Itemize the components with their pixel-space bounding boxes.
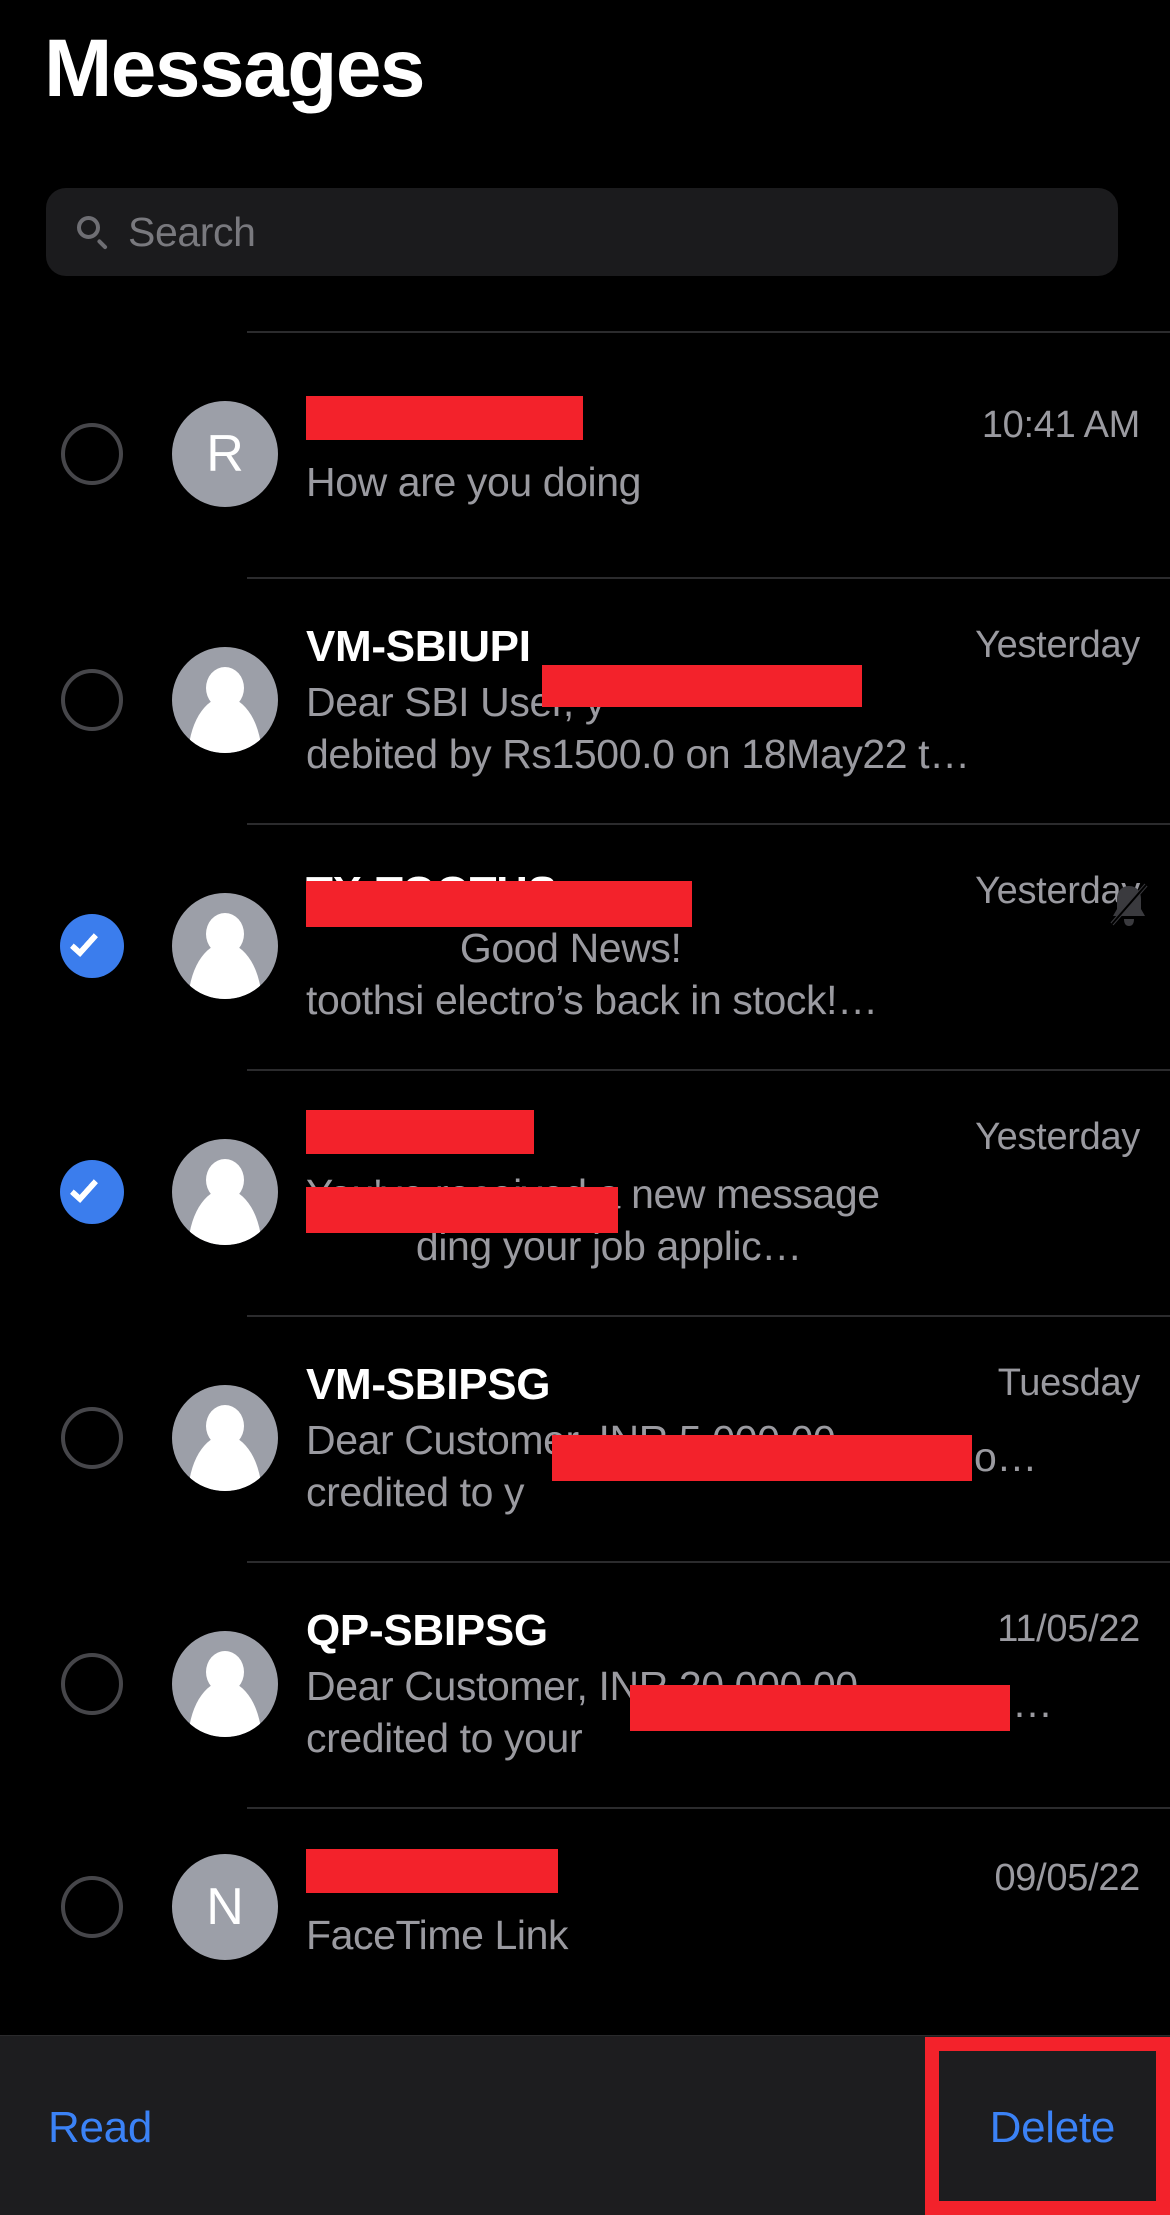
conversation-content: VM-SBIPSG Tuesday Dear Customer, INR 5,0… [306, 1315, 1170, 1561]
search-field[interactable]: Search [46, 188, 1118, 276]
sender-name: VM-SBIPSG [306, 1359, 551, 1409]
conversation-row[interactable]: QP-SBIPSG 11/05/22 Dear Customer, INR 20… [0, 1561, 1170, 1807]
preview-text: Good News! [459, 924, 682, 971]
preview-ellipsis: … [1012, 1680, 1053, 1726]
preview-ellipsis: o… [974, 1434, 1038, 1480]
select-checkbox-unchecked[interactable] [44, 669, 140, 731]
conversation-list: R 10:41 AM How are you doing VM-SBIUPI Y… [0, 331, 1170, 2007]
message-preview-line2: debited by Rs1500.0 on 18May22 t… [306, 731, 970, 777]
avatar [172, 647, 278, 753]
avatar: R [172, 401, 278, 507]
conversation-row[interactable]: TX-TOOTHS Yesterday Good News! toothsi e… [0, 823, 1170, 1069]
timestamp: 09/05/22 [994, 1856, 1140, 1899]
select-checkbox-unchecked[interactable] [44, 1653, 140, 1715]
timestamp: 11/05/22 [997, 1607, 1140, 1650]
avatar [172, 1631, 278, 1737]
conversation-content: QP-SBIPSG 11/05/22 Dear Customer, INR 20… [306, 1561, 1170, 1807]
message-preview: Good News! [306, 924, 1096, 972]
conversation-row[interactable]: R 10:41 AM How are you doing [0, 331, 1170, 577]
conversation-content: TX-TOOTHS Yesterday Good News! toothsi e… [306, 823, 1170, 1069]
search-icon [76, 215, 110, 250]
conversation-content: VM-SBIUPI Yesterday Dear SBI User, y deb… [306, 577, 1170, 823]
avatar-initial: R [206, 425, 244, 483]
sender-name: VM-SBIUPI [306, 621, 531, 671]
message-preview-line2: toothsi electro’s back in stock!… [306, 977, 878, 1023]
redaction-bar [542, 665, 862, 707]
select-checkbox-unchecked[interactable] [44, 1407, 140, 1469]
redaction-bar [306, 1187, 618, 1233]
conversation-row[interactable]: Yesterday You've received a new message … [0, 1069, 1170, 1315]
timestamp: 10:41 AM [981, 403, 1140, 446]
select-checkbox-checked[interactable] [44, 1160, 140, 1224]
bottom-toolbar: Read Delete [0, 2035, 1170, 2215]
conversation-row[interactable]: VM-SBIPSG Tuesday Dear Customer, INR 5,0… [0, 1315, 1170, 1561]
avatar [172, 1139, 278, 1245]
conversation-content: Yesterday You've received a new message … [306, 1069, 1170, 1315]
avatar-initial: N [206, 1878, 244, 1936]
avatar [172, 1385, 278, 1491]
redaction-bar [552, 1435, 972, 1481]
redaction-bar [306, 1848, 558, 1893]
select-checkbox-checked[interactable] [44, 914, 140, 978]
conversation-content: 09/05/22 FaceTime Link [306, 1807, 1170, 2007]
avatar: N [172, 1854, 278, 1960]
timestamp: Tuesday [997, 1361, 1141, 1404]
redaction-bar [306, 395, 583, 440]
search-placeholder: Search [128, 208, 256, 255]
bell-slash-icon [1106, 879, 1152, 931]
conversation-row[interactable]: N 09/05/22 FaceTime Link [0, 1807, 1170, 2007]
redaction-bar [306, 881, 692, 927]
sender-name: QP-SBIPSG [306, 1605, 548, 1655]
redaction-bar [306, 1109, 534, 1154]
timestamp: Yesterday [975, 1115, 1140, 1158]
conversation-content: 10:41 AM How are you doing [306, 331, 1170, 577]
timestamp: Yesterday [975, 623, 1140, 666]
messages-app-screen: Messages Search R 10:41 AM How are you d… [0, 0, 1170, 2215]
delete-button[interactable]: Delete [990, 2103, 1116, 2153]
message-preview: How are you doing [306, 458, 642, 505]
read-button[interactable]: Read [48, 2103, 152, 2153]
avatar [172, 893, 278, 999]
select-checkbox-unchecked[interactable] [44, 1876, 140, 1938]
conversation-row[interactable]: VM-SBIUPI Yesterday Dear SBI User, y deb… [0, 577, 1170, 823]
page-title: Messages [44, 23, 426, 114]
message-preview: FaceTime Link [306, 1911, 569, 1958]
redaction-bar [630, 1685, 1010, 1731]
select-checkbox-unchecked[interactable] [44, 423, 140, 485]
